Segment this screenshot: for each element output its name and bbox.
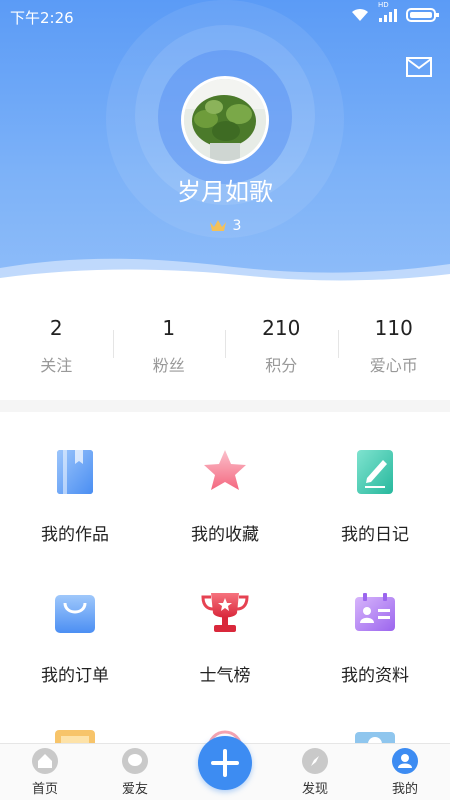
tab-label: 首页 xyxy=(31,782,58,797)
stat-label: 积分 xyxy=(265,356,298,375)
add-button[interactable] xyxy=(198,736,252,790)
menu-item-orders[interactable]: 我的订单 xyxy=(0,585,150,686)
tab-home[interactable]: 首页 xyxy=(15,748,75,797)
plus-icon xyxy=(211,749,239,777)
home-icon xyxy=(32,748,58,774)
menu-label: 我的资料 xyxy=(341,666,409,686)
signal-icon: HD xyxy=(378,1,398,27)
profile-card-icon xyxy=(347,585,403,641)
stat-value: 1 xyxy=(162,316,176,340)
stat-label: 粉丝 xyxy=(152,356,185,375)
stat-value: 210 xyxy=(262,316,301,340)
status-time: 下午2:26 xyxy=(10,9,74,27)
menu-item-diary[interactable]: 我的日记 xyxy=(300,444,450,545)
stat-label: 关注 xyxy=(40,356,73,375)
menu-label: 我的订单 xyxy=(41,666,109,686)
menu-label: 我的作品 xyxy=(41,525,109,545)
tab-label: 我的 xyxy=(391,782,418,797)
stat-following[interactable]: 2 关注 xyxy=(0,300,113,396)
trophy-icon xyxy=(197,585,253,641)
mail-icon[interactable] xyxy=(406,56,432,78)
crown-icon xyxy=(209,219,227,237)
battery-icon xyxy=(406,7,440,27)
wifi-icon xyxy=(350,7,370,27)
wave-decor xyxy=(0,258,450,292)
tab-mine[interactable]: 我的 xyxy=(375,748,435,797)
tab-label: 爱友 xyxy=(121,782,148,797)
stat-fans[interactable]: 1 粉丝 xyxy=(112,300,226,396)
bag-icon xyxy=(47,585,103,641)
section-divider xyxy=(0,400,450,412)
tab-friends[interactable]: 爱友 xyxy=(105,748,165,797)
diary-icon xyxy=(347,444,403,500)
menu-item-profile[interactable]: 我的资料 xyxy=(300,585,450,686)
stats-row: 2 关注 1 粉丝 210 积分 110 爱心币 xyxy=(0,300,450,396)
level-value: 3 xyxy=(232,218,242,234)
compass-icon xyxy=(302,748,328,774)
username: 岁月如歌 xyxy=(177,178,273,206)
menu-item-morale-board[interactable]: 士气榜 xyxy=(150,585,300,686)
star-icon xyxy=(197,444,253,500)
user-icon xyxy=(392,748,418,774)
menu-label: 我的日记 xyxy=(341,525,409,545)
profile-header: 岁月如歌 3 xyxy=(0,0,450,292)
network-hd-label: HD xyxy=(378,1,389,9)
chat-icon xyxy=(122,748,148,774)
book-icon xyxy=(47,444,103,500)
stat-value: 2 xyxy=(49,316,63,340)
stat-points[interactable]: 210 积分 xyxy=(225,300,338,396)
stat-love-coins[interactable]: 110 爱心币 xyxy=(337,300,450,396)
avatar[interactable] xyxy=(181,76,269,164)
tab-discover[interactable]: 发现 xyxy=(285,748,345,797)
menu-label: 我的收藏 xyxy=(191,525,259,545)
level-badge: 3 xyxy=(0,218,450,237)
menu-item-favorites[interactable]: 我的收藏 xyxy=(150,444,300,545)
stat-value: 110 xyxy=(374,316,413,340)
stat-label: 爱心币 xyxy=(369,356,418,375)
menu-label: 士气榜 xyxy=(199,666,251,686)
status-bar: 下午2:26 HD xyxy=(0,0,450,32)
tab-label: 发现 xyxy=(301,782,328,797)
menu-item-works[interactable]: 我的作品 xyxy=(0,444,150,545)
